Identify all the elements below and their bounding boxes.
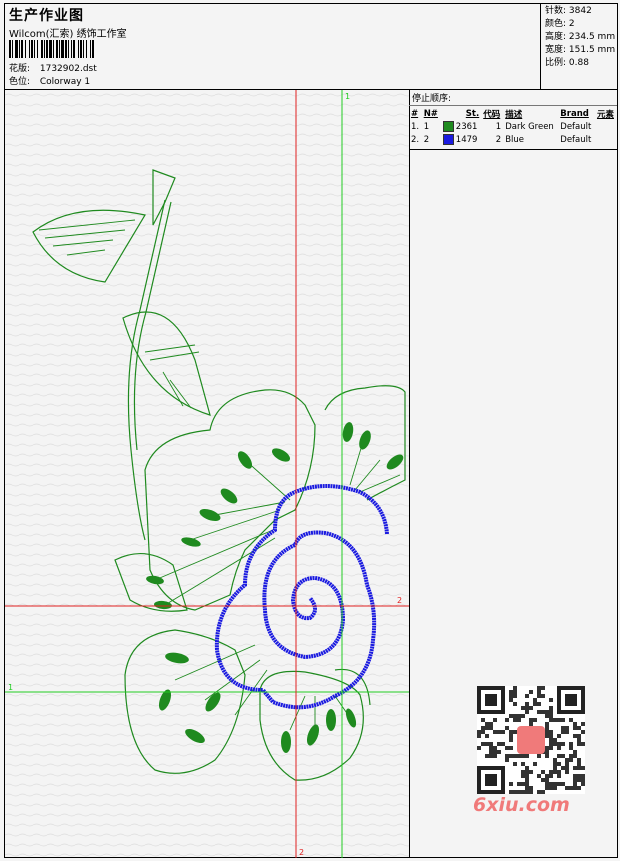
thread-swatch-green [442,121,454,132]
col-needle: N# [423,109,438,119]
production-worksheet: 生产作业图 Wilcom(汇索) 绣饰工作室 花版: 1732902.dst 色… [4,3,618,858]
thread-swatch-blue [442,134,454,145]
qr-code-icon [477,686,585,794]
design-barcode [9,40,143,58]
stat-stitches: 针数: 3842 [545,6,592,16]
colorway-label: 色位: [9,77,31,87]
table-row[interactable]: 1. 1 2361 1 Dark Green Default [409,120,617,133]
stop-sequence-table: # N# St. 代码 描述 Brand 元素 1. 1 2361 1 Dark… [409,106,617,146]
col-element: 元素 [596,110,614,120]
worksheet-header: 生产作业图 Wilcom(汇索) 绣饰工作室 花版: 1732902.dst 色… [5,4,617,90]
stat-scale: 比例: 0.88 [545,58,589,68]
design-file-row: 花版: 1732902.dst [9,61,97,74]
horizontal-red-guide-label: 2 [397,596,402,605]
stat-height: 高度: 234.5 mm [545,32,616,42]
satin-leaf [326,709,336,731]
design-stats: 针数: 3842 颜色: 2 高度: 234.5 mm 宽度: 151.5 mm… [540,4,618,89]
stop-sequence-title: 停止顺序: [409,90,617,106]
design-file-value: 1732902.dst [39,64,97,74]
embroidery-design: 1 1 2 2 [5,90,409,858]
stat-width: 宽度: 151.5 mm [545,45,616,55]
col-index: # [411,109,419,119]
col-brand: Brand [560,109,589,119]
horizontal-green-guide-label: 1 [8,683,13,692]
col-code: 代码 [483,110,501,120]
watermark-logo: 6xiu.com [473,794,570,816]
table-row[interactable]: 2. 2 1479 2 Blue Default [409,133,617,146]
stop-sequence-panel: 停止顺序: # N# St. 代码 描述 Brand 元素 1. 1 2361 … [409,90,617,858]
company-name: Wilcom(汇索) 绣饰工作室 [9,29,127,40]
col-stitches: St. [465,109,480,119]
stat-colors: 颜色: 2 [545,19,575,29]
fabric-background [5,90,409,858]
page-title: 生产作业图 [9,8,84,24]
vertical-green-guide-label: 1 [345,92,350,101]
colorway-row: 色位: Colorway 1 [9,74,90,87]
vertical-red-guide-label: 2 [299,848,304,857]
col-description: 描述 [505,110,523,120]
design-file-label: 花版: [9,64,31,74]
design-preview-canvas[interactable]: 1 1 2 2 [5,90,410,858]
colorway-value: Colorway 1 [39,77,91,87]
satin-leaf [281,731,291,753]
table-header-row: # N# St. 代码 描述 Brand 元素 [409,106,617,120]
